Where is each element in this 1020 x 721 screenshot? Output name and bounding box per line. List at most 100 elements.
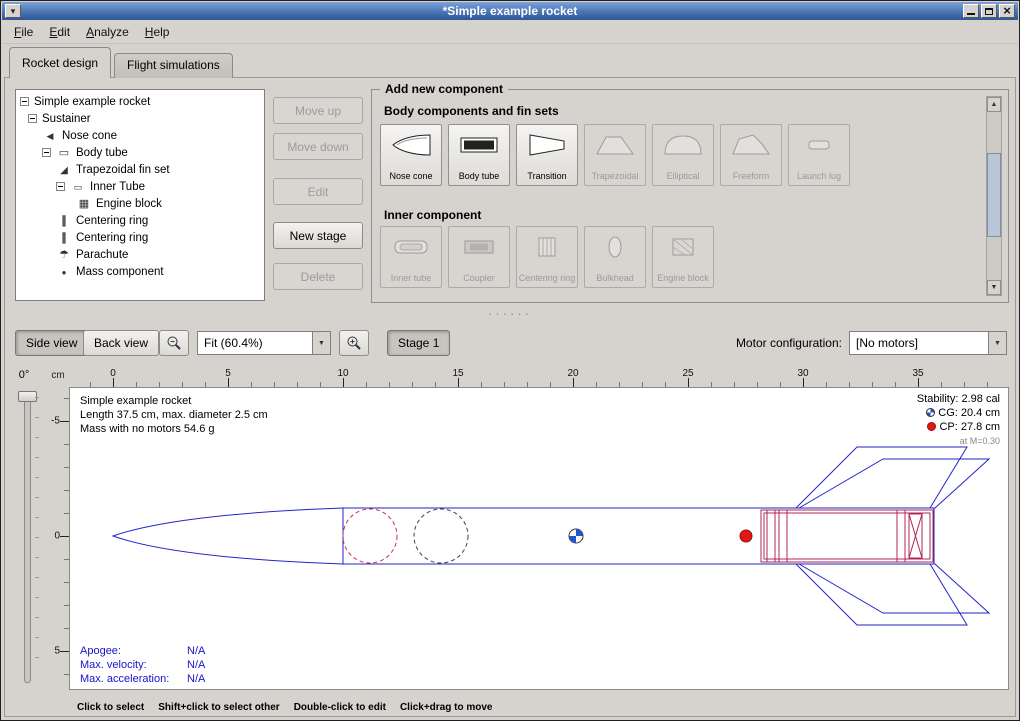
scrollbar-thumb[interactable] bbox=[987, 153, 1001, 237]
zoom-in-button[interactable] bbox=[339, 330, 369, 356]
tab-flight-simulations[interactable]: Flight simulations bbox=[114, 53, 233, 78]
add-trapezoidal-fin-button[interactable]: Trapezoidal bbox=[584, 124, 646, 186]
tree-item-centering-ring[interactable]: Centering ring bbox=[16, 229, 264, 246]
tree-item-sustainer[interactable]: Sustainer bbox=[16, 110, 264, 127]
window-menu-icon[interactable] bbox=[5, 4, 21, 18]
tree-item-engine-block[interactable]: Engine block bbox=[16, 195, 264, 212]
cp-icon bbox=[927, 422, 936, 431]
scroll-up-icon[interactable] bbox=[987, 97, 1001, 112]
tree-item-mass-component[interactable]: Mass component bbox=[16, 263, 264, 280]
close-button[interactable] bbox=[999, 4, 1015, 18]
new-stage-button[interactable]: New stage bbox=[273, 222, 363, 249]
button-label: Body tube bbox=[459, 171, 500, 181]
add-body-tube-button[interactable]: Body tube bbox=[448, 124, 510, 186]
ruler-unit-label: cm bbox=[47, 370, 69, 386]
tree-item-inner-tube[interactable]: Inner Tube bbox=[16, 178, 264, 195]
tab-bar: Rocket design Flight simulations bbox=[9, 48, 236, 78]
zoom-select[interactable]: Fit (60.4%) bbox=[197, 331, 331, 355]
zoom-in-icon bbox=[346, 335, 362, 351]
rotation-slider[interactable] bbox=[24, 391, 31, 683]
button-label: Engine block bbox=[657, 273, 709, 283]
collapse-icon[interactable] bbox=[42, 148, 51, 157]
window-title: *Simple example rocket bbox=[2, 2, 1018, 20]
apogee-value: N/A bbox=[187, 645, 205, 657]
rotation-angle-label: 0° bbox=[11, 369, 37, 381]
delete-button[interactable]: Delete bbox=[273, 263, 363, 290]
stage-1-toggle[interactable]: Stage 1 bbox=[387, 330, 450, 356]
scroll-down-icon[interactable] bbox=[987, 280, 1001, 295]
menu-edit[interactable]: Edit bbox=[41, 22, 78, 42]
collapse-icon[interactable] bbox=[20, 97, 29, 106]
chevron-down-icon[interactable] bbox=[989, 331, 1007, 355]
tree-item-label: Body tube bbox=[76, 147, 128, 159]
menu-analyze[interactable]: Analyze bbox=[78, 22, 137, 42]
zoom-out-button[interactable] bbox=[159, 330, 189, 356]
button-label: Trapezoidal bbox=[592, 171, 639, 181]
tree-item-nose-cone[interactable]: Nose cone bbox=[16, 127, 264, 144]
zoom-out-icon bbox=[166, 335, 182, 351]
menu-file[interactable]: File bbox=[6, 22, 41, 42]
cp-marker bbox=[740, 530, 752, 542]
motor-configuration-select[interactable]: [No motors] bbox=[849, 331, 1007, 355]
collapse-icon[interactable] bbox=[56, 182, 65, 191]
tree-item-rocket[interactable]: Simple example rocket bbox=[16, 93, 264, 110]
centering-ring-icon bbox=[56, 214, 72, 227]
edit-button[interactable]: Edit bbox=[273, 178, 363, 205]
add-launch-lug-button[interactable]: Launch lug bbox=[788, 124, 850, 186]
motor-configuration-value: [No motors] bbox=[849, 331, 989, 355]
cg-marker bbox=[569, 529, 583, 543]
tree-item-label: Centering ring bbox=[76, 215, 148, 227]
back-view-button[interactable]: Back view bbox=[83, 330, 159, 356]
menu-help[interactable]: Help bbox=[137, 22, 178, 42]
ruler-tick-label: 5 bbox=[45, 646, 60, 657]
add-freeform-fin-button[interactable]: Freeform bbox=[720, 124, 782, 186]
add-nose-cone-button[interactable]: Nose cone bbox=[380, 124, 442, 186]
launch-lug-icon bbox=[797, 131, 841, 159]
button-label: Launch lug bbox=[797, 171, 841, 181]
maximize-button[interactable] bbox=[981, 4, 997, 18]
trapezoidal-fin-icon bbox=[593, 131, 637, 159]
add-bulkhead-button[interactable]: Bulkhead bbox=[584, 226, 646, 288]
add-transition-button[interactable]: Transition bbox=[516, 124, 578, 186]
splitter-handle[interactable] bbox=[1, 306, 1019, 318]
add-inner-tube-button[interactable]: Inner tube bbox=[380, 226, 442, 288]
chevron-down-icon[interactable] bbox=[313, 331, 331, 355]
tree-item-label: Mass component bbox=[76, 266, 164, 278]
bulkhead-icon bbox=[593, 233, 637, 261]
minimize-icon bbox=[967, 7, 975, 15]
component-scrollbar[interactable] bbox=[986, 96, 1002, 296]
add-elliptical-fin-button[interactable]: Elliptical bbox=[652, 124, 714, 186]
add-component-group: Add new component Body components and fi… bbox=[371, 89, 1009, 303]
hint-click-select: Click to select bbox=[77, 702, 144, 713]
rocket-view-canvas[interactable]: Simple example rocket Length 37.5 cm, ma… bbox=[69, 387, 1009, 690]
tab-rocket-design[interactable]: Rocket design bbox=[9, 47, 111, 78]
add-engine-block-button[interactable]: Engine block bbox=[652, 226, 714, 288]
status-bar: Click to select Shift+click to select ot… bbox=[5, 696, 1015, 718]
collapse-icon[interactable] bbox=[28, 114, 37, 123]
side-view-button[interactable]: Side view bbox=[15, 330, 88, 356]
mach-condition: at M=0.30 bbox=[917, 434, 1000, 448]
add-centering-ring-button[interactable]: Centering ring bbox=[516, 226, 578, 288]
body-components-label: Body components and fin sets bbox=[384, 104, 559, 118]
tree-item-fin-set[interactable]: Trapezoidal fin set bbox=[16, 161, 264, 178]
hint-click-drag: Click+drag to move bbox=[400, 702, 493, 713]
parachute-outline bbox=[343, 509, 397, 563]
move-up-button[interactable]: Move up bbox=[273, 97, 363, 124]
stability-value: Stability: 2.98 cal bbox=[917, 392, 1000, 406]
minimize-button[interactable] bbox=[963, 4, 979, 18]
titlebar: *Simple example rocket bbox=[2, 2, 1018, 20]
button-label: Transition bbox=[527, 171, 566, 181]
add-coupler-button[interactable]: Coupler bbox=[448, 226, 510, 288]
centering-ring-icon bbox=[525, 233, 569, 261]
component-tree[interactable]: Simple example rocket Sustainer Nose con… bbox=[15, 89, 265, 301]
tree-item-parachute[interactable]: Parachute bbox=[16, 246, 264, 263]
tree-item-body-tube[interactable]: Body tube bbox=[16, 144, 264, 161]
move-down-button[interactable]: Move down bbox=[273, 133, 363, 160]
tree-item-label: Nose cone bbox=[62, 130, 117, 142]
button-label: Inner tube bbox=[391, 273, 432, 283]
tab-label: Rocket design bbox=[22, 56, 98, 70]
tree-item-centering-ring[interactable]: Centering ring bbox=[16, 212, 264, 229]
rocket-name: Simple example rocket bbox=[80, 394, 268, 408]
vertical-ruler: -5 0 5 bbox=[45, 387, 69, 690]
flight-data: Apogee:N/A Max. velocity:N/A Max. accele… bbox=[80, 644, 205, 686]
